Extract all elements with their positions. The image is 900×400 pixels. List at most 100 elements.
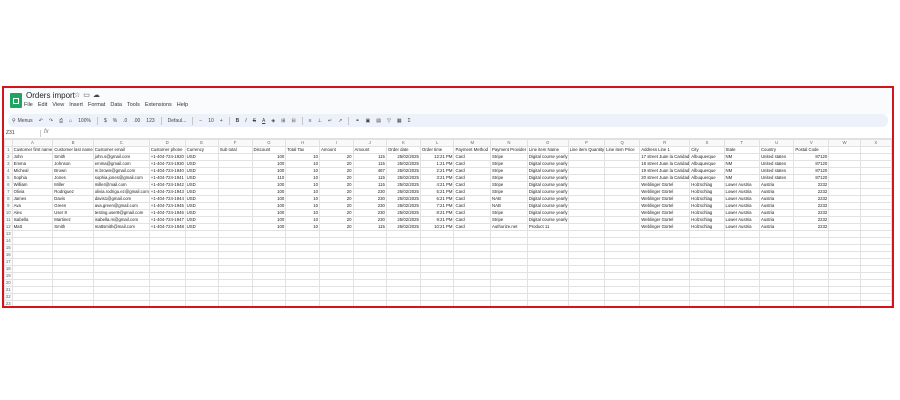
cell-w11[interactable] — [828, 216, 861, 224]
cell-r11[interactable]: Weblinger Gürtel — [639, 216, 691, 224]
cell-s2[interactable]: Albuquerque — [689, 153, 725, 161]
cell-m12[interactable]: Card — [453, 223, 492, 231]
cell-n12[interactable]: Authorize.net — [490, 223, 528, 231]
cell-h9[interactable]: 10 — [285, 202, 321, 210]
cell-c24[interactable] — [93, 308, 149, 309]
menu-format[interactable]: Format — [88, 102, 105, 108]
cell-q10[interactable] — [604, 209, 641, 217]
column-header-s[interactable]: S — [689, 139, 725, 147]
cell-v3[interactable]: 87120 — [793, 160, 830, 168]
italic-button[interactable]: I — [245, 118, 246, 124]
cell-l24[interactable] — [420, 308, 454, 309]
cell-v17[interactable] — [793, 258, 830, 266]
cell-u3[interactable]: United states — [758, 160, 795, 168]
row-header[interactable]: 5 — [4, 174, 13, 182]
cell-n8[interactable]: NAB — [490, 195, 528, 203]
cell-q22[interactable] — [604, 293, 641, 301]
cell-m10[interactable]: Card — [453, 209, 492, 217]
row-header[interactable]: 23 — [4, 300, 13, 306]
cell-q17[interactable] — [604, 258, 641, 266]
move-folder-icon[interactable]: ▭ — [83, 92, 93, 99]
cell-l15[interactable] — [419, 244, 455, 252]
cell-h6[interactable]: 10 — [285, 181, 321, 189]
column-header-w[interactable]: W — [828, 139, 861, 147]
cell-x6[interactable] — [859, 181, 892, 189]
cell-j17[interactable] — [352, 258, 387, 266]
cell-d21[interactable] — [148, 286, 186, 294]
menu-data[interactable]: Data — [110, 102, 122, 108]
cell-h14[interactable] — [285, 237, 321, 245]
cell-s5[interactable]: Albuquerque — [689, 174, 725, 182]
cell-g17[interactable] — [251, 258, 287, 266]
cell-o9[interactable]: Digital course yearly — [526, 202, 569, 210]
cell-d5[interactable]: +1-404-724-1941 — [148, 174, 186, 182]
cell-g10[interactable]: 100 — [251, 209, 287, 217]
cell-x2[interactable] — [859, 153, 892, 161]
cell-r9[interactable]: Weblinger Gürtel — [639, 202, 691, 210]
cell-a2[interactable]: John — [11, 153, 54, 161]
cell-w19[interactable] — [828, 272, 861, 280]
cell-t5[interactable]: NM — [723, 174, 760, 182]
cell-a5[interactable]: Sophia — [11, 174, 54, 182]
cell-m23[interactable] — [453, 300, 492, 306]
row-header[interactable]: 19 — [4, 272, 13, 280]
text-rotation-icon[interactable]: ↗ — [338, 118, 342, 124]
cell-p5[interactable] — [567, 174, 606, 182]
cell-e20[interactable] — [184, 279, 219, 287]
cell-s9[interactable]: Holzschlag — [689, 202, 725, 210]
cell-s14[interactable] — [689, 237, 725, 245]
cell-m22[interactable] — [453, 293, 492, 301]
cell-n4[interactable]: Stripe — [490, 167, 528, 175]
cell-r2[interactable]: 17 street Juan la Caridad — [639, 153, 691, 161]
cell-b24[interactable] — [53, 308, 93, 309]
cell-g20[interactable] — [251, 279, 287, 287]
cell-x4[interactable] — [859, 167, 892, 175]
cell-u8[interactable]: Austria — [758, 195, 795, 203]
cell-b16[interactable] — [52, 251, 94, 259]
cell-m24[interactable] — [454, 308, 491, 309]
cell-u6[interactable]: Austria — [758, 181, 795, 189]
cell-d10[interactable]: +1-404-724-1946 — [148, 209, 186, 217]
cell-g23[interactable] — [251, 300, 287, 306]
filter-views-icon[interactable]: ▦ — [397, 118, 402, 124]
cell-i20[interactable] — [319, 279, 354, 287]
cell-f9[interactable] — [217, 202, 253, 210]
row-header[interactable]: 3 — [4, 160, 13, 168]
cell-d3[interactable]: +1-404-724-1930 — [148, 160, 186, 168]
cell-i17[interactable] — [319, 258, 354, 266]
cell-u18[interactable] — [758, 265, 795, 273]
cell-q20[interactable] — [604, 279, 641, 287]
cell-p15[interactable] — [567, 244, 606, 252]
cell-s4[interactable]: Albuquerque — [689, 167, 725, 175]
cell-m8[interactable]: Card — [453, 195, 492, 203]
cell-j8[interactable]: 230 — [352, 195, 387, 203]
cell-h15[interactable] — [285, 244, 321, 252]
cell-a19[interactable] — [11, 272, 54, 280]
cell-m17[interactable] — [453, 258, 492, 266]
row-header[interactable]: 21 — [4, 286, 13, 294]
cell-a22[interactable] — [11, 293, 54, 301]
cell-e6[interactable]: USD — [184, 181, 219, 189]
cell-q5[interactable] — [604, 174, 641, 182]
cell-u9[interactable]: Austria — [758, 202, 795, 210]
cell-v24[interactable] — [794, 308, 829, 309]
cell-o7[interactable]: Digital course yearly — [526, 188, 569, 196]
row-header[interactable]: 9 — [4, 202, 13, 210]
cell-b9[interactable]: Green — [52, 202, 94, 210]
cell-s12[interactable]: Holzschlag — [689, 223, 725, 231]
cell-h20[interactable] — [285, 279, 321, 287]
cell-w13[interactable] — [828, 230, 861, 238]
cell-p1[interactable]: Line item Quantity — [567, 146, 606, 154]
cell-c20[interactable] — [92, 279, 150, 287]
cell-u13[interactable] — [758, 230, 795, 238]
cell-p23[interactable] — [567, 300, 606, 306]
cell-w10[interactable] — [828, 209, 861, 217]
cell-n17[interactable] — [490, 258, 528, 266]
row-header[interactable]: 6 — [4, 181, 13, 189]
cell-j13[interactable] — [352, 230, 387, 238]
cell-j24[interactable] — [353, 308, 386, 309]
cell-w12[interactable] — [828, 223, 861, 231]
cell-l7[interactable]: 5:21 PM — [419, 188, 455, 196]
cell-q9[interactable] — [604, 202, 641, 210]
cell-d1[interactable]: Customer phone — [148, 146, 186, 154]
